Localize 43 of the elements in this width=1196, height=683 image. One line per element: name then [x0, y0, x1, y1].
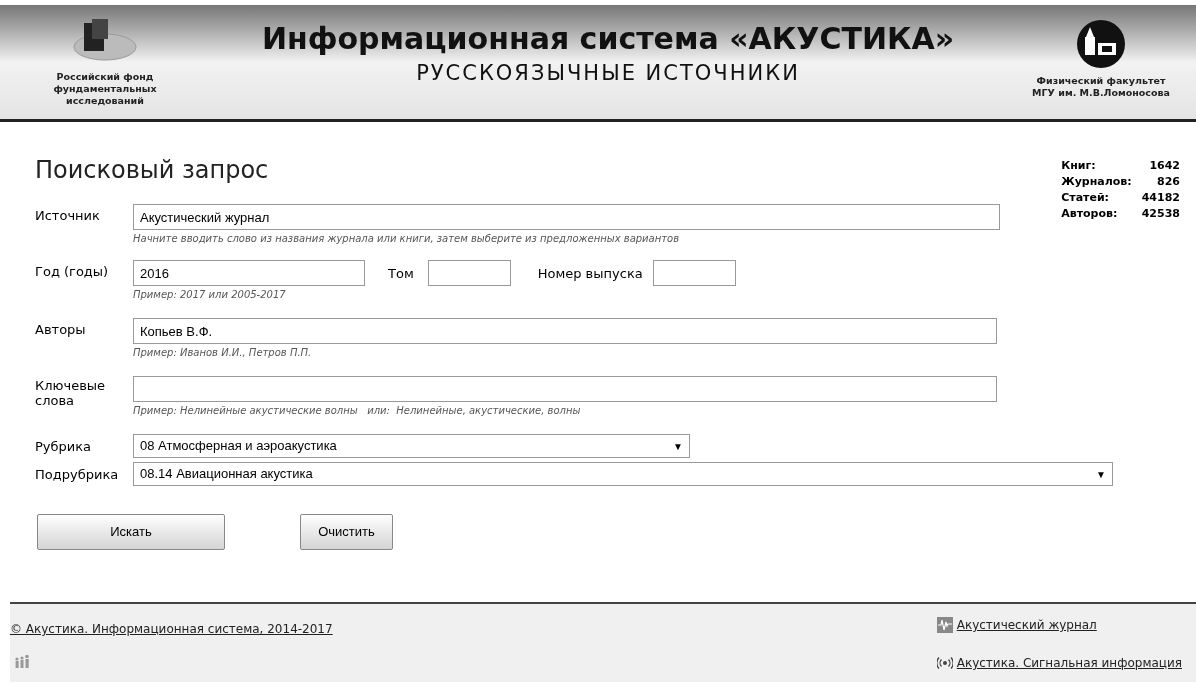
stat-value: 826	[1156, 174, 1180, 190]
footer-link[interactable]: Акустический журнал	[956, 616, 1097, 634]
broadcast-icon	[936, 657, 953, 669]
search-button[interactable]: Искать	[37, 514, 225, 550]
hint-text: Начните вводить слово из названия журнала или книги, затем выберите из предложенных вариантов	[133, 232, 681, 246]
stat-value: 1642	[1148, 158, 1180, 174]
hint-text: Пример: 2017 или 2005-2017	[133, 288, 287, 302]
clear-button[interactable]: Очистить	[300, 514, 393, 550]
stat-value: 42538	[1141, 206, 1180, 222]
footer-link[interactable]: Акустика. Сигнальная информация	[956, 654, 1182, 672]
authors-field[interactable]: Копьев В.Ф.	[133, 318, 997, 344]
rubric-dropdown[interactable]: 08 Атмосферная и аэроакустика ▼	[133, 434, 690, 458]
stat-label: Статей:	[1061, 190, 1111, 206]
field-label: Источник	[35, 207, 101, 225]
keywords-field[interactable]	[133, 376, 997, 402]
hint-text: Пример: Иванов И.И., Петров П.П.	[133, 346, 313, 360]
faculty-logo-icon	[1076, 19, 1126, 69]
faculty-name: Физический факультет	[1036, 75, 1166, 87]
stat-value: 44182	[1141, 190, 1180, 206]
field-label: Рубрика	[35, 438, 93, 457]
copyright-link[interactable]: © Акустика. Информационная система, 2014-2017	[10, 622, 333, 636]
site-title: Информационная система «АКУСТИКА»	[261, 21, 955, 57]
site-subtitle: РУССКОЯЗЫЧНЫЕ ИСТОЧНИКИ	[416, 60, 800, 87]
stat-label: Журналов:	[1061, 174, 1132, 190]
hint-text: Пример: Нелинейные акустические волны или: Нелинейные, акустические, волны	[133, 404, 582, 418]
field-label: Год (годы)	[35, 263, 110, 281]
faculty-name: МГУ им. М.В.Ломоносова	[1032, 87, 1170, 99]
waveform-icon	[936, 617, 953, 633]
source-field[interactable]: Акустический журнал	[133, 204, 1000, 230]
field-label: Номер выпуска	[537, 265, 643, 283]
field-label: Авторы	[35, 321, 87, 339]
field-label: Ключевые слова	[35, 377, 107, 410]
page-title: Поисковый запрос	[35, 155, 269, 186]
field-label: Подрубрика	[35, 466, 120, 485]
subrubric-dropdown[interactable]: 08.14 Авиационная акустика ▼	[133, 462, 1113, 486]
volume-field[interactable]	[427, 260, 511, 286]
field-label: Том	[388, 265, 414, 283]
foundation-name: Российский фонд фундаментальных исследований	[52, 71, 158, 107]
people-icon	[14, 654, 30, 668]
issue-field[interactable]	[652, 260, 736, 286]
year-field[interactable]: 2016	[133, 260, 365, 286]
stat-label: Книг:	[1061, 158, 1097, 174]
stat-label: Авторов:	[1061, 206, 1119, 222]
